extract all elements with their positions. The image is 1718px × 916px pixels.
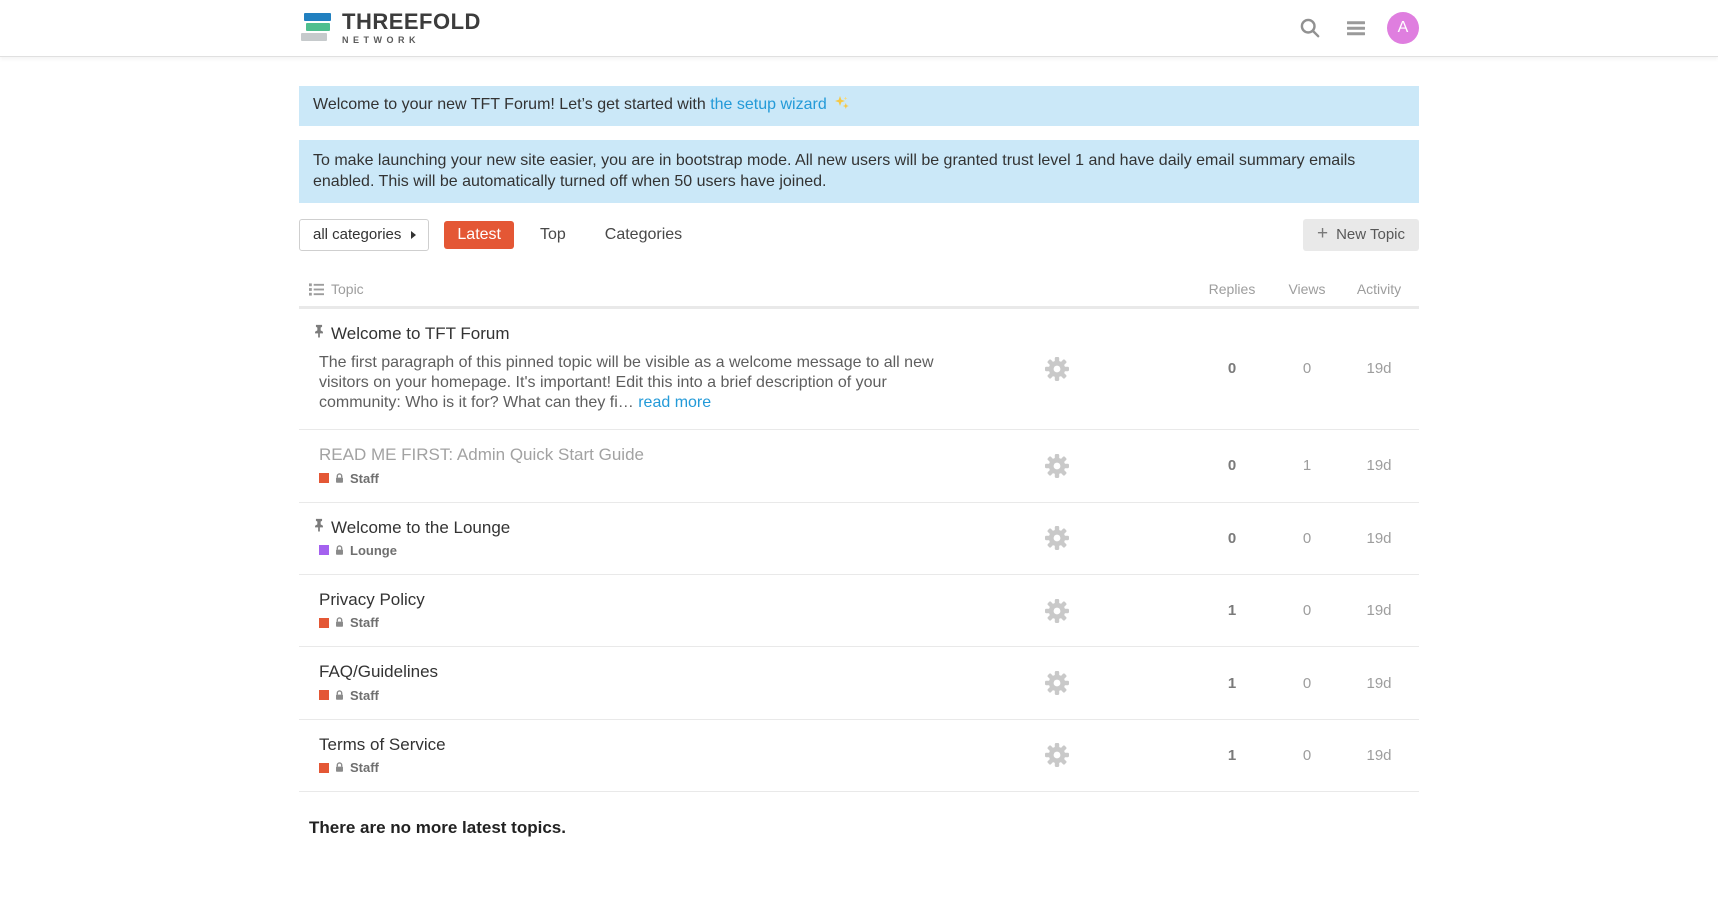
gear-icon[interactable]: [1014, 669, 1099, 697]
table-row: Terms of Service Staff: [299, 720, 1419, 792]
topic-list-header: Topic Replies Views Activity: [299, 273, 1419, 309]
caret-right-icon: [411, 231, 416, 239]
topic-title[interactable]: Privacy Policy: [319, 590, 425, 610]
table-row: FAQ/Guidelines Staff: [299, 647, 1419, 719]
lock-icon: [334, 762, 345, 773]
tab-latest[interactable]: Latest: [444, 221, 514, 249]
category-filter-dropdown[interactable]: all categories: [299, 219, 429, 251]
brand-subtitle: NETWORK: [342, 35, 481, 45]
pin-icon[interactable]: [312, 324, 326, 343]
replies-count[interactable]: 1: [1189, 602, 1275, 619]
column-header-replies[interactable]: Replies: [1189, 281, 1275, 297]
lock-icon: [334, 690, 345, 701]
category-color-square: [319, 618, 329, 628]
category-color-square: [319, 690, 329, 700]
site-header: THREEFOLD NETWORK A: [0, 0, 1718, 57]
no-more-topics-message: There are no more latest topics.: [299, 818, 1419, 838]
lock-icon: [334, 545, 345, 556]
user-avatar[interactable]: A: [1387, 12, 1419, 44]
category-filter-label: all categories: [313, 226, 401, 243]
welcome-banner: Welcome to your new TFT Forum! Let’s get…: [299, 86, 1419, 126]
replies-count[interactable]: 1: [1189, 747, 1275, 764]
lock-icon: [334, 617, 345, 628]
brand-name: THREEFOLD: [342, 12, 481, 32]
list-controls: all categories Latest Top Categories + N…: [299, 219, 1419, 251]
column-header-views[interactable]: Views: [1275, 281, 1339, 297]
activity-age[interactable]: 19d: [1339, 602, 1419, 619]
new-topic-button[interactable]: + New Topic: [1303, 219, 1419, 251]
category-color-square: [319, 545, 329, 555]
column-header-topic[interactable]: Topic: [331, 281, 364, 297]
topic-title[interactable]: Welcome to TFT Forum: [331, 324, 510, 344]
category-name: Staff: [350, 471, 379, 486]
plus-icon: +: [1317, 224, 1328, 243]
views-count: 0: [1275, 530, 1339, 547]
replies-count[interactable]: 0: [1189, 457, 1275, 474]
replies-count[interactable]: 0: [1189, 360, 1275, 377]
new-topic-label: New Topic: [1336, 226, 1405, 243]
views-count: 0: [1275, 675, 1339, 692]
main-content: Welcome to your new TFT Forum! Let’s get…: [299, 57, 1419, 838]
category-badge[interactable]: Staff: [319, 471, 1004, 486]
topic-title[interactable]: Terms of Service: [319, 735, 446, 755]
views-count: 0: [1275, 360, 1339, 377]
category-badge[interactable]: Staff: [319, 615, 1004, 630]
category-badge[interactable]: Lounge: [319, 543, 1004, 558]
category-name: Staff: [350, 760, 379, 775]
topic-title[interactable]: Welcome to the Lounge: [331, 518, 510, 538]
activity-age[interactable]: 19d: [1339, 360, 1419, 377]
setup-wizard-link[interactable]: the setup wizard: [710, 96, 827, 113]
gear-icon[interactable]: [1014, 741, 1099, 769]
bootstrap-banner-text: To make launching your new site easier, …: [313, 152, 1355, 191]
activity-age[interactable]: 19d: [1339, 457, 1419, 474]
gear-icon[interactable]: [1014, 355, 1099, 383]
gear-icon[interactable]: [1014, 597, 1099, 625]
gear-icon[interactable]: [1014, 452, 1099, 480]
gear-icon[interactable]: [1014, 524, 1099, 552]
lock-icon: [334, 473, 345, 484]
activity-age[interactable]: 19d: [1339, 675, 1419, 692]
category-badge[interactable]: Staff: [319, 760, 1004, 775]
views-count: 0: [1275, 602, 1339, 619]
bootstrap-mode-banner: To make launching your new site easier, …: [299, 140, 1419, 203]
activity-age[interactable]: 19d: [1339, 747, 1419, 764]
views-count: 0: [1275, 747, 1339, 764]
replies-count[interactable]: 0: [1189, 530, 1275, 547]
topic-excerpt: The first paragraph of this pinned topic…: [319, 353, 969, 413]
replies-count[interactable]: 1: [1189, 675, 1275, 692]
list-icon: [309, 282, 324, 297]
sparkles-icon: [834, 95, 850, 118]
site-logo[interactable]: THREEFOLD NETWORK: [299, 12, 481, 45]
topic-title[interactable]: READ ME FIRST: Admin Quick Start Guide: [319, 445, 644, 465]
column-header-activity[interactable]: Activity: [1339, 281, 1419, 297]
category-name: Staff: [350, 688, 379, 703]
tab-top[interactable]: Top: [527, 221, 579, 249]
category-color-square: [319, 473, 329, 483]
category-name: Staff: [350, 615, 379, 630]
views-count: 1: [1275, 457, 1339, 474]
table-row: Welcome to the Lounge Lounge: [299, 503, 1419, 575]
welcome-banner-text: Welcome to your new TFT Forum! Let’s get…: [313, 96, 706, 113]
topic-title[interactable]: FAQ/Guidelines: [319, 662, 438, 682]
activity-age[interactable]: 19d: [1339, 530, 1419, 547]
pin-icon[interactable]: [312, 518, 326, 537]
category-color-square: [319, 763, 329, 773]
read-more-link[interactable]: read more: [638, 394, 711, 411]
search-icon[interactable]: [1295, 13, 1325, 43]
topic-list: Topic Replies Views Activity Welcome to …: [299, 273, 1419, 792]
table-row: Welcome to TFT Forum The first paragraph…: [299, 309, 1419, 430]
category-name: Lounge: [350, 543, 397, 558]
hamburger-menu-icon[interactable]: [1341, 13, 1371, 43]
threefold-logo-icon: [299, 13, 333, 43]
category-badge[interactable]: Staff: [319, 688, 1004, 703]
table-row: Privacy Policy Staff: [299, 575, 1419, 647]
table-row: READ ME FIRST: Admin Quick Start Guide S…: [299, 430, 1419, 502]
tab-categories[interactable]: Categories: [592, 221, 695, 249]
avatar-letter: A: [1398, 19, 1409, 37]
